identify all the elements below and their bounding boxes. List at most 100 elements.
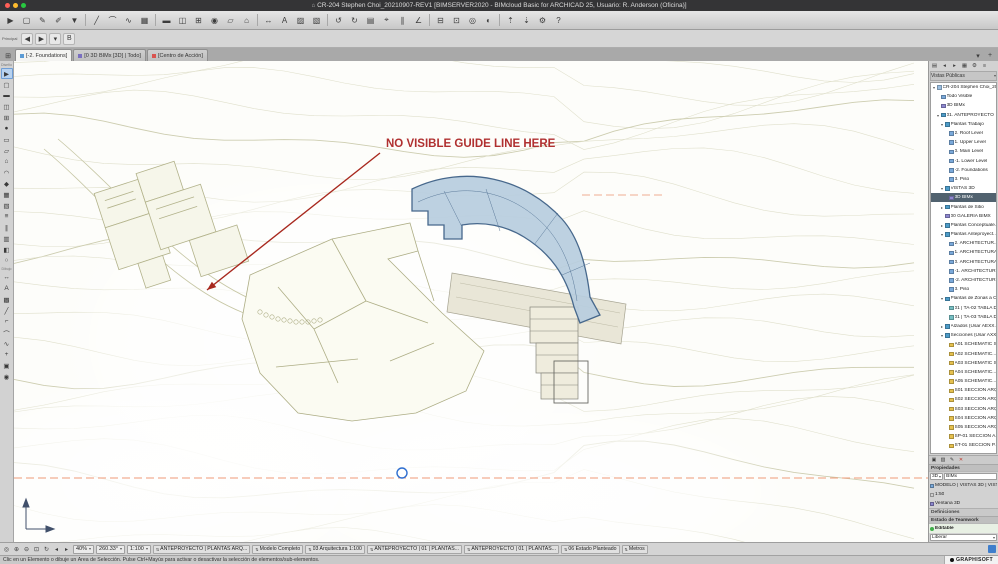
nav-settings-icon[interactable]: ⚙ — [970, 62, 979, 71]
tree-item[interactable]: 3. Piso — [931, 175, 996, 184]
morph-tool-icon[interactable]: ◆ — [1, 178, 13, 189]
previous-zoom-icon[interactable]: ◂ — [52, 544, 61, 554]
nav-back-icon[interactable]: ◂ — [940, 62, 949, 71]
zoom-icon[interactable]: ◎ — [2, 544, 11, 554]
tree-item[interactable]: 0. Main Level — [931, 147, 996, 156]
door-tool-icon[interactable]: ◫ — [1, 101, 13, 112]
elevation-marker-icon[interactable]: ⊡ — [449, 13, 464, 28]
arrow-tool-icon[interactable]: ▶ — [0, 68, 13, 79]
tree-item[interactable]: A02 SCHEMATIC... — [931, 349, 996, 358]
tree-item[interactable]: S05 SECCION ARQ... — [931, 423, 996, 432]
rotation-select[interactable]: 260.33° — [96, 544, 126, 554]
delete-icon[interactable]: ✕ — [957, 456, 965, 464]
tree-item[interactable]: A05 SCHEMATIC... — [931, 377, 996, 386]
nav-forward-icon[interactable]: ▸ — [950, 62, 959, 71]
tree-item[interactable]: ▾ Plantas Anteproyect... — [931, 230, 996, 239]
line-tool-icon[interactable]: ╱ — [89, 13, 104, 28]
text-tool-icon[interactable]: A — [277, 13, 292, 28]
zoom-level-select[interactable]: 40% — [73, 544, 95, 554]
camera-icon[interactable]: ◎ — [465, 13, 480, 28]
curtain-wall-tool-icon[interactable]: ▥ — [1, 233, 13, 244]
zoom-in-icon[interactable]: ⊕ — [12, 544, 21, 554]
dimension-tool-icon[interactable]: ↔ — [1, 272, 13, 283]
fit-in-window-icon[interactable]: ⊡ — [32, 544, 41, 554]
tree-item[interactable]: 3. Piso — [931, 285, 996, 294]
tree-item[interactable]: ▾ Secciones (Usar AXX... — [931, 331, 996, 340]
arc-tool-icon[interactable]: ⌒ — [105, 13, 120, 28]
nav-map-icon[interactable]: ▦ — [960, 62, 969, 71]
arc-tool-icon[interactable]: ⌒ — [1, 327, 13, 338]
tree-item[interactable]: ST-01 SECCION P... — [931, 441, 996, 450]
tree-item[interactable]: A04 SCHEMATIC... — [931, 368, 996, 377]
roof-tool-icon[interactable]: ⌂ — [1, 156, 13, 167]
mesh-tool-icon[interactable]: ▦ — [1, 189, 13, 200]
tree-expander-icon[interactable]: ▾ — [940, 333, 944, 338]
railing-tool-icon[interactable]: ∥ — [1, 222, 13, 233]
tree-item[interactable]: 01 | TA-02 TABLA DE... — [931, 304, 996, 313]
clipboard-icon[interactable]: ▣ — [930, 456, 938, 464]
view-type-select[interactable]: 3D — [930, 473, 944, 480]
tree-expander-icon[interactable]: ▸ — [940, 324, 944, 329]
release-button[interactable]: Liberar — [930, 534, 997, 541]
bold-button[interactable]: B — [63, 32, 76, 45]
tree-expander-icon[interactable]: ▸ — [940, 223, 944, 228]
tree-item[interactable]: ▾ 01. ANTEPROYECTO — [931, 111, 996, 120]
tree-item[interactable]: ▾ Plantas de Zonas a C... — [931, 294, 996, 303]
tab-list-icon[interactable]: ▾ — [972, 50, 984, 61]
spline-tool-icon[interactable]: ∿ — [1, 338, 13, 349]
tree-item[interactable]: 3D BIMx — [931, 193, 996, 203]
tree-item[interactable]: A01 SCHEMATIC S... — [931, 340, 996, 349]
tree-item[interactable]: ▸ Plantas Conceptuale... — [931, 221, 996, 230]
snap-icon[interactable]: ⌖ — [379, 13, 394, 28]
close-window-button[interactable] — [5, 3, 10, 8]
layer-combination-value[interactable]: MODELO | VISTAS 3D | VIST... — [935, 483, 997, 488]
nav-project-chooser-icon[interactable]: ▤ — [930, 62, 939, 71]
grid-icon[interactable]: ▦ — [137, 13, 152, 28]
tree-item[interactable]: Todo Visible — [931, 92, 996, 101]
slab-tool-icon[interactable]: ▱ — [223, 13, 238, 28]
arrow-tool-dropdown-icon[interactable]: ▾ — [49, 32, 62, 45]
tree-item[interactable]: S03 SECCION ARQ... — [931, 405, 996, 414]
tab-overview-icon[interactable]: ⊞ — [2, 50, 14, 61]
help-icon[interactable]: ? — [551, 13, 566, 28]
canvas[interactable]: NO VISIBLE GUIDE LINE HERE — [14, 61, 928, 542]
tree-item[interactable]: ▾ Plantas Trabajo — [931, 120, 996, 129]
text-tool-icon[interactable]: A — [1, 283, 13, 294]
lamp-tool-icon[interactable]: ○ — [1, 255, 13, 266]
roof-tool-icon[interactable]: ⌂ — [239, 13, 254, 28]
tree-item[interactable]: -2. ARCHITECTUR... — [931, 276, 996, 285]
eyedropper-icon[interactable]: ▼ — [67, 13, 82, 28]
zone-tool-icon[interactable]: ▧ — [309, 13, 324, 28]
tree-item[interactable]: ▸ Alzados (Usar AEXX... — [931, 322, 996, 331]
view-scale-value[interactable]: 1:50 — [935, 492, 944, 497]
zoom-out-icon[interactable]: ⊖ — [22, 544, 31, 554]
marquee-icon[interactable]: ▢ — [19, 13, 34, 28]
fill-tool-icon[interactable]: ▩ — [1, 294, 13, 305]
tree-item[interactable]: ▾ CR-204 Stephen Choi_20... — [931, 83, 996, 92]
window-tool-icon[interactable]: ⊞ — [1, 112, 13, 123]
quick-option-5[interactable]: ⇅ ANTEPROYECTO | 01 | PLANTAS... — [463, 544, 560, 554]
next-zoom-icon[interactable]: ▸ — [62, 544, 71, 554]
line-tool-icon[interactable]: ╱ — [1, 305, 13, 316]
navigator-tree[interactable]: ▾ CR-204 Stephen Choi_20... Todo Visible 3D… — [930, 82, 997, 454]
dimension-icon[interactable]: ↔ — [261, 13, 276, 28]
wall-tool-icon[interactable]: ▬ — [159, 13, 174, 28]
copy-icon[interactable]: ▨ — [939, 456, 947, 464]
nav-back-icon[interactable]: ◀ — [21, 32, 34, 45]
tree-item[interactable]: -2. Foundations — [931, 166, 996, 175]
nav-forward-icon[interactable]: ▶ — [35, 32, 48, 45]
minimize-window-button[interactable] — [13, 3, 18, 8]
tree-item[interactable]: S02 SECCION ARQ... — [931, 395, 996, 404]
tree-item[interactable]: 00 GALERIA BIMX — [931, 212, 996, 221]
marquee-tool-icon[interactable]: ▢ — [1, 79, 13, 90]
select-arrow-icon[interactable]: ▶ — [3, 13, 18, 28]
tree-item[interactable]: 2. ARCHITECTUR... — [931, 239, 996, 248]
tree-expander-icon[interactable]: ▾ — [940, 296, 944, 301]
tree-expander-icon[interactable]: ▸ — [940, 205, 944, 210]
quick-option-6[interactable]: ⇅ 06 Estado Planteado — [561, 544, 620, 554]
tab-1[interactable]: [-2. Foundations] — [15, 49, 73, 61]
tree-expander-icon[interactable]: ▾ — [932, 85, 936, 90]
window-tool-icon[interactable]: ⊞ — [191, 13, 206, 28]
navigator-view-selector[interactable]: Vistas Públicas — [930, 71, 997, 81]
angle-icon[interactable]: ∠ — [411, 13, 426, 28]
